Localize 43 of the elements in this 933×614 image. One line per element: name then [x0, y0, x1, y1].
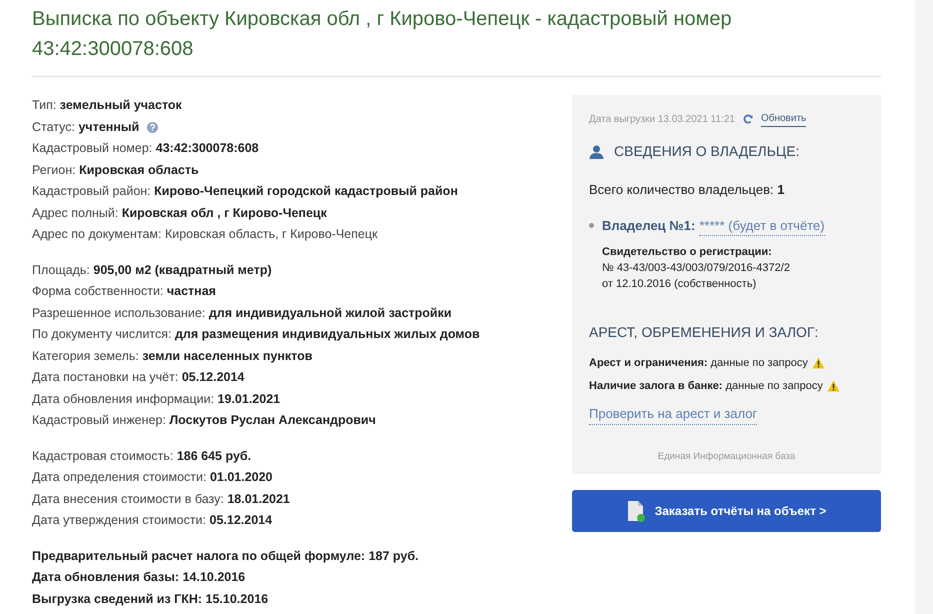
- field-text: Выгрузка сведений из ГКН: 15.10.2016: [32, 590, 268, 608]
- field-text: Адрес полный: Кировская обл , г Кирово-Чепецк: [32, 204, 327, 222]
- encumbrance-text: Наличие залога в банке: данные по запросу: [589, 378, 823, 394]
- owner-link[interactable]: ***** (будет в отчёте): [699, 216, 825, 236]
- encumbrance-text: Арест и ограничения: данные по запросу: [589, 356, 808, 371]
- field-text: Предварительный расчет налога по общей формуле: 187 руб.: [32, 548, 419, 565]
- field-text: Кадастровая стоимость: 186 645 руб.: [32, 448, 252, 465]
- field-text: Форма собственности: частная: [32, 283, 216, 300]
- refresh-link[interactable]: Обновить: [760, 111, 806, 127]
- field-text: Разрешенное использование: для индивидуальной жилой застройки: [32, 304, 452, 322]
- certificate-label: Свидетельство о регистрации:: [602, 245, 773, 260]
- page-title: Выписка по объекту Кировская обл , г Кирово-Чепецк - кадастровый номер 43:42:300078:608: [32, 4, 881, 77]
- field-text: Площадь: 905,00 м2 (квадратный метр): [32, 262, 272, 279]
- field-text: Дата внесения стоимости в базу: 18.01.2021: [32, 490, 290, 508]
- field-text: Регион: Кировская область: [32, 162, 199, 179]
- certificate-text: от 12.10.2016 (собственность): [602, 277, 758, 292]
- section-heading: СВЕДЕНИЯ О ВЛАДЕЛЬЦЕ:: [614, 142, 800, 161]
- field-text: Дата постановки на учёт: 05.12.2014: [32, 369, 244, 386]
- field-text: Дата обновления базы: 14.10.2016: [32, 569, 246, 586]
- order-button[interactable]: Заказать отчёты на объект >: [572, 490, 881, 532]
- refresh-icon[interactable]: [742, 114, 753, 124]
- field-text: Адрес по документам: Кировская область, г Кирово-Чепецк: [32, 226, 378, 244]
- field-text: Статус: учтенный: [32, 118, 140, 136]
- field-text: Кадастровый инженер: Лоскутов Руслан Александрович: [32, 412, 376, 430]
- field-text: Дата обновления информации: 19.01.2021: [32, 390, 280, 408]
- field-text: Кадастровый район: Кирово-Чепецкий городской кадастровый район: [32, 183, 458, 200]
- field-text: Тип: земельный участок: [32, 97, 182, 114]
- section-heading: АРЕСТ, ОБРЕМЕНЕНИЯ И ЗАЛОГ:: [589, 323, 820, 342]
- document-icon: [626, 500, 645, 522]
- export-date: Дата выгрузки 13.03.2021 11:21: [589, 112, 735, 126]
- bullet-icon: [589, 223, 594, 228]
- check-link[interactable]: Проверить на арест и залог: [589, 404, 758, 424]
- field-text: Дата утверждения стоимости: 05.12.2014: [32, 512, 272, 530]
- field-text: Дата определения стоимости: 01.01.2020: [32, 469, 272, 486]
- owner-label: Владелец №1:: [602, 217, 696, 235]
- help-icon[interactable]: [147, 122, 158, 133]
- certificate-text: № 43-43/003-43/003/079/2016-4372/2: [602, 261, 791, 276]
- field-text: По документу числится: для размещения индивидуальных жилых домов: [32, 326, 480, 344]
- person-icon: [589, 144, 604, 158]
- field-text: Категория земель: земли населенных пунктов: [32, 348, 312, 365]
- owner-count: Всего количество владельцев: 1: [589, 181, 786, 199]
- field-text: Кадастровый номер: 43:42:300078:608: [32, 140, 259, 158]
- footer-text: Единая Информационная база: [656, 450, 796, 464]
